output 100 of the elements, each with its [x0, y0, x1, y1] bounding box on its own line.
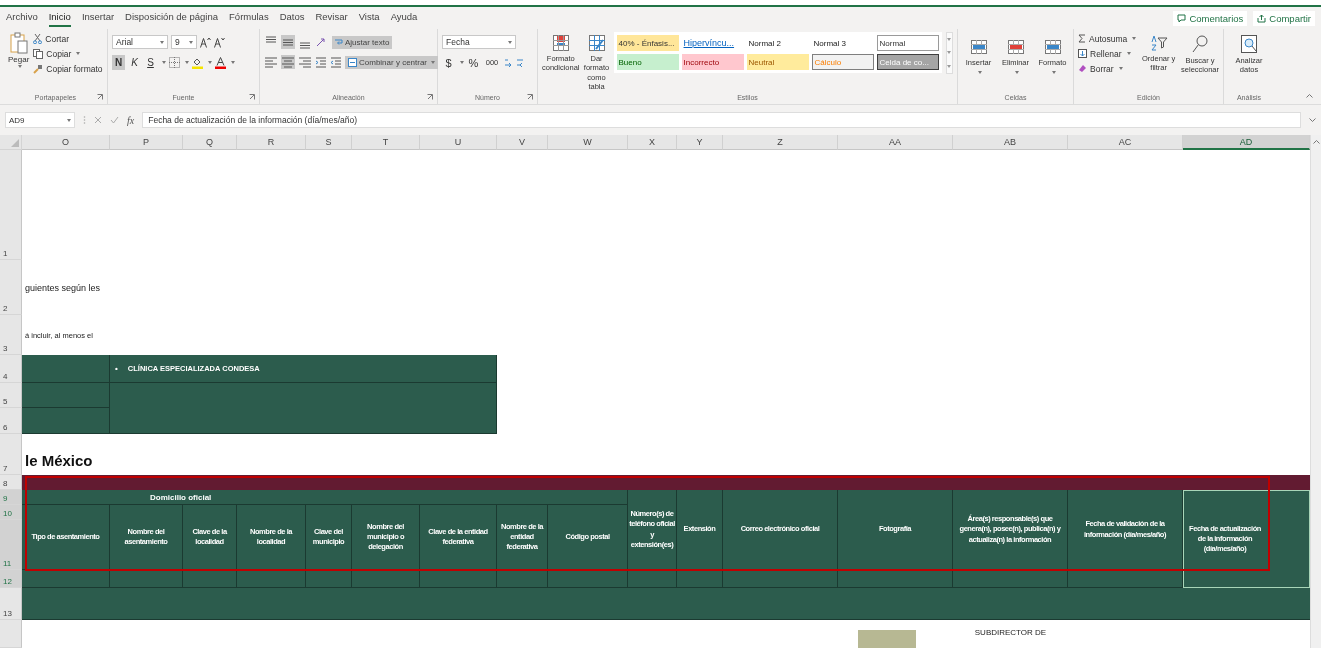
cell-style-option[interactable]: 40% - Énfasis... [616, 35, 679, 51]
menu-tab[interactable]: Insertar [81, 9, 115, 27]
fill-button[interactable]: Rellenar [1078, 47, 1137, 60]
cell-style-option[interactable]: Hipervíncu... [681, 35, 744, 51]
column-header[interactable]: V [497, 135, 548, 150]
column-header[interactable]: Y [677, 135, 723, 150]
merge-center-button[interactable]: Combinar y centrar [345, 55, 439, 69]
column-header[interactable]: AC [1068, 135, 1183, 150]
menu-tab[interactable]: Fórmulas [229, 9, 269, 27]
bold-button[interactable]: N [112, 55, 125, 70]
column-header[interactable]: O [22, 135, 110, 150]
currency-button[interactable]: $ [442, 55, 455, 70]
caret-icon [231, 61, 235, 64]
menu-tab[interactable]: Ayuda [390, 9, 418, 27]
underline-button[interactable]: S [144, 55, 157, 70]
menu-tab[interactable]: Disposición de página [125, 9, 219, 27]
paste-button[interactable]: Pegar [8, 32, 30, 68]
clipboard-icon [9, 32, 28, 54]
row-header[interactable]: 4 [0, 355, 22, 383]
row-header[interactable]: 13 [0, 588, 22, 620]
dialog-launcher-icon[interactable] [427, 94, 433, 100]
vertical-scrollbar[interactable] [1310, 135, 1321, 648]
checkmark-icon[interactable] [110, 116, 119, 124]
column-header[interactable]: AB [953, 135, 1068, 150]
caret-icon [431, 60, 436, 64]
menu-tab[interactable]: Archivo [6, 9, 38, 27]
row-header[interactable]: 10 [0, 505, 22, 520]
row-header[interactable]: 1 [0, 150, 22, 260]
row-header[interactable]: 3 [0, 315, 22, 355]
cell-style-option[interactable]: Normal 2 [746, 35, 809, 51]
cell-style-option[interactable]: Normal [876, 35, 939, 51]
format-painter-button[interactable]: Copiar formato [33, 62, 103, 75]
cut-button[interactable]: Cortar [33, 32, 103, 45]
column-header[interactable]: X [628, 135, 677, 150]
expand-icon[interactable] [1309, 117, 1316, 123]
indent-icon[interactable] [330, 56, 342, 68]
gallery-scroll-icon[interactable] [945, 32, 953, 74]
formula-field[interactable]: Fecha de actualización de la información (día/mes/año) [142, 112, 1301, 128]
dialog-launcher-icon[interactable] [97, 94, 103, 100]
caret-icon [1126, 52, 1131, 55]
cell-style-option[interactable]: Incorrecto [681, 54, 744, 70]
row-header[interactable]: 6 [0, 408, 22, 434]
column-header[interactable]: P [110, 135, 183, 150]
font-size-field[interactable]: 9 [171, 35, 197, 49]
menu-tab[interactable]: Inicio [48, 9, 71, 27]
sort-filter-icon [1149, 35, 1168, 51]
font-name-field[interactable]: Arial [112, 35, 168, 49]
copy-button[interactable]: Copiar [33, 47, 103, 60]
number-format-field[interactable]: Fecha [442, 35, 516, 49]
name-box[interactable]: AD9 [5, 112, 75, 128]
copy-icon [33, 48, 44, 59]
cell-grid-icon [1044, 40, 1061, 54]
menu-tab[interactable]: Datos [279, 9, 305, 27]
increase-decimal-icon[interactable] [504, 57, 513, 68]
row-header[interactable]: 2 [0, 260, 22, 315]
column-header[interactable]: Z [723, 135, 838, 150]
eraser-icon [1078, 64, 1087, 73]
row-header[interactable]: 7 [0, 434, 22, 475]
indent-icon[interactable] [315, 56, 327, 68]
row-header[interactable]: 5 [0, 383, 22, 408]
autosum-button[interactable]: Autosuma [1078, 32, 1137, 45]
column-header[interactable]: T [352, 135, 420, 150]
font-color-icon[interactable] [215, 56, 226, 69]
row-header[interactable]: 8 [0, 475, 22, 490]
clear-button[interactable]: Borrar [1078, 62, 1137, 75]
scroll-up-icon[interactable] [1312, 139, 1320, 144]
comment-icon [1177, 13, 1187, 23]
column-header[interactable]: AD [1183, 135, 1310, 150]
column-header[interactable]: U [420, 135, 497, 150]
menu-tab[interactable]: Revisar [315, 9, 348, 27]
column-header[interactable]: R [237, 135, 306, 150]
row-header[interactable]: 9 [0, 490, 22, 505]
decrease-decimal-icon[interactable] [516, 57, 525, 68]
cell-style-option[interactable]: Bueno [616, 54, 679, 70]
italic-button[interactable]: K [128, 55, 141, 70]
column-header[interactable]: Q [183, 135, 237, 150]
cell-style-option[interactable]: Neutral [746, 54, 809, 70]
horizontal-align-icon[interactable] [298, 55, 312, 69]
cell-style-option[interactable]: Normal 3 [811, 35, 874, 51]
shrink-font-icon[interactable] [214, 36, 225, 48]
vertical-align-icon[interactable] [281, 35, 295, 49]
borders-icon[interactable] [169, 57, 180, 68]
column-header[interactable]: W [548, 135, 628, 150]
action-button[interactable]: Comentarios [1173, 10, 1248, 26]
cancel-icon[interactable] [94, 116, 102, 124]
insert-function-button[interactable]: fx [127, 114, 135, 126]
column-header[interactable]: AA [838, 135, 953, 150]
action-button[interactable]: Compartir [1253, 10, 1315, 26]
horizontal-align-icon[interactable] [264, 55, 278, 69]
dialog-launcher-icon[interactable] [249, 94, 255, 100]
dialog-launcher-icon[interactable] [527, 94, 533, 100]
row-header[interactable]: 11 [0, 520, 22, 570]
collapse-ribbon-icon[interactable] [1306, 93, 1313, 98]
row-header[interactable]: 12 [0, 570, 22, 588]
grow-font-icon[interactable] [200, 36, 211, 48]
percent-button[interactable]: % [467, 55, 480, 70]
column-header[interactable]: S [306, 135, 352, 150]
menu-tab[interactable]: Vista [358, 9, 380, 27]
fill-color-icon[interactable] [192, 56, 203, 69]
wrap-text-button[interactable]: Ajustar texto [332, 35, 393, 49]
